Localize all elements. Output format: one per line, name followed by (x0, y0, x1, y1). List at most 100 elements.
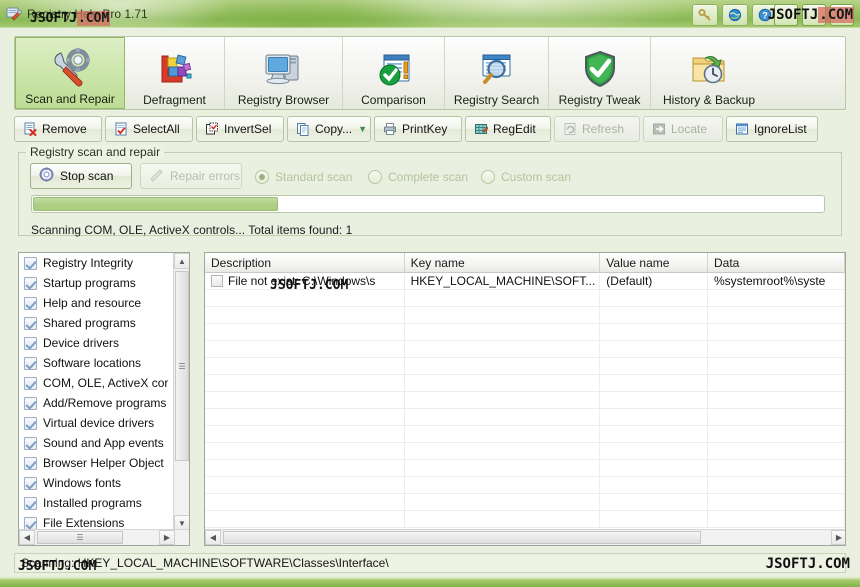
table-cell (405, 341, 601, 357)
checkbox-icon[interactable] (24, 456, 37, 470)
table-row[interactable] (205, 511, 845, 528)
table-header-row: Description Key name Value name Data (205, 253, 845, 273)
scrollbar-thumb[interactable]: ☰ (175, 271, 189, 461)
checkbox-icon[interactable] (24, 336, 37, 350)
radio-custom-scan[interactable]: Custom scan (481, 169, 571, 185)
copy-button-label: Copy... (315, 122, 353, 136)
table-column-header[interactable]: Key name (405, 253, 601, 273)
table-row[interactable] (205, 290, 845, 307)
scroll-right-arrow-icon[interactable]: ▶ (159, 530, 175, 545)
print-key-button[interactable]: PrintKey (374, 116, 462, 142)
checkbox-icon[interactable] (24, 296, 37, 310)
radio-custom-scan-label: Custom scan (501, 170, 572, 184)
results-horizontal-scrollbar[interactable]: ◀ ▶ (205, 529, 845, 545)
table-row[interactable]: File not exist: C:\Windows\s HKEY_LOCAL_M… (205, 273, 845, 290)
list-item[interactable]: Startup programs (19, 273, 189, 293)
checkbox-icon[interactable] (24, 256, 37, 270)
categories-horizontal-scrollbar[interactable]: ◀ ☰ ▶ (19, 529, 189, 545)
table-cell (205, 375, 405, 391)
checkbox-icon[interactable] (24, 516, 37, 530)
row-checkbox[interactable] (211, 275, 223, 287)
list-item[interactable]: Windows fonts (19, 473, 189, 493)
chevron-down-icon[interactable]: ▼ (358, 124, 367, 134)
table-column-header[interactable]: Description (205, 253, 405, 273)
toolbar-tab-defragment[interactable]: Defragment (125, 37, 225, 109)
scroll-left-arrow-icon[interactable]: ◀ (19, 530, 35, 545)
checkbox-icon[interactable] (24, 396, 37, 410)
close-button[interactable] (830, 4, 854, 26)
ignore-list-button[interactable]: IgnoreList (726, 116, 818, 142)
table-row[interactable] (205, 375, 845, 392)
toolbar-tab-label: History & Backup (662, 93, 756, 107)
table-cell (600, 409, 708, 425)
toolbar-tab-comparison[interactable]: Comparison (343, 37, 445, 109)
select-all-button[interactable]: SelectAll (105, 116, 193, 142)
scroll-left-arrow-icon[interactable]: ◀ (205, 530, 221, 545)
checkbox-icon[interactable] (24, 416, 37, 430)
table-row[interactable] (205, 494, 845, 511)
table-cell (708, 290, 845, 306)
table-row[interactable] (205, 358, 845, 375)
scan-results-table[interactable]: Description Key name Value name Data File n… (204, 252, 846, 546)
stop-scan-button[interactable]: Stop scan (30, 163, 132, 189)
checkbox-icon[interactable] (24, 356, 37, 370)
toolbar-tab-registry-search[interactable]: Registry Search (445, 37, 549, 109)
table-row[interactable] (205, 443, 845, 460)
list-item[interactable]: COM, OLE, ActiveX cor (19, 373, 189, 393)
table-row[interactable] (205, 477, 845, 494)
toolbar-tab-history-backup[interactable]: History & Backup (651, 37, 767, 109)
list-item-label: Registry Integrity (43, 256, 134, 270)
radio-standard-scan[interactable]: Standard scan (255, 169, 352, 185)
scroll-right-arrow-icon[interactable]: ▶ (831, 530, 845, 545)
list-item[interactable]: Sound and App events (19, 433, 189, 453)
checkbox-icon[interactable] (24, 376, 37, 390)
toolbar-tab-registry-tweak[interactable]: Registry Tweak (549, 37, 651, 109)
checkbox-icon[interactable] (24, 436, 37, 450)
list-item[interactable]: Add/Remove programs (19, 393, 189, 413)
regedit-button[interactable]: RegEdit (465, 116, 551, 142)
table-column-header[interactable]: Value name (600, 253, 708, 273)
table-row[interactable] (205, 426, 845, 443)
key-tools-icon[interactable] (692, 4, 718, 26)
scrollbar-thumb[interactable] (223, 531, 701, 544)
list-item[interactable]: Software locations (19, 353, 189, 373)
table-row[interactable] (205, 460, 845, 477)
list-item[interactable]: Help and resource (19, 293, 189, 313)
scrollbar-thumb[interactable]: ☰ (37, 531, 123, 544)
toolbar-tab-scan-and-repair[interactable]: Scan and Repair (15, 37, 125, 109)
globe-icon[interactable] (722, 4, 748, 26)
table-cell (600, 290, 708, 306)
remove-button[interactable]: Remove (14, 116, 102, 142)
table-cell (405, 443, 601, 459)
maximize-button[interactable] (802, 4, 826, 26)
checkbox-icon[interactable] (24, 476, 37, 490)
list-item[interactable]: Virtual device drivers (19, 413, 189, 433)
checkbox-icon[interactable] (24, 316, 37, 330)
invert-selection-button[interactable]: InvertSel (196, 116, 284, 142)
categories-vertical-scrollbar[interactable]: ▲ ☰ ▼ (173, 253, 189, 531)
checkbox-icon[interactable] (24, 496, 37, 510)
table-column-header[interactable]: Data (708, 253, 845, 273)
table-row[interactable] (205, 409, 845, 426)
list-item[interactable]: Browser Helper Object (19, 453, 189, 473)
copy-button[interactable]: Copy... ▼ (287, 116, 371, 142)
list-item[interactable]: Registry Integrity (19, 253, 189, 273)
list-item[interactable]: Installed programs (19, 493, 189, 513)
scan-categories-list[interactable]: Registry Integrity Startup programs Help a… (18, 252, 190, 546)
toolbar-tab-label: Scan and Repair (25, 92, 115, 106)
radio-complete-scan[interactable]: Complete scan (368, 169, 468, 185)
scan-progress-fill (33, 197, 278, 211)
window-bottom-edge (0, 577, 860, 587)
folder-clock-icon (687, 47, 731, 91)
table-row[interactable] (205, 341, 845, 358)
table-row[interactable] (205, 392, 845, 409)
title-bar: Registry Help Pro 1.71 ? (0, 0, 860, 28)
table-row[interactable] (205, 324, 845, 341)
scroll-up-arrow-icon[interactable]: ▲ (174, 253, 189, 269)
minimize-button[interactable] (774, 4, 798, 26)
list-item[interactable]: Shared programs (19, 313, 189, 333)
table-row[interactable] (205, 307, 845, 324)
list-item[interactable]: Device drivers (19, 333, 189, 353)
toolbar-tab-registry-browser[interactable]: Registry Browser (225, 37, 343, 109)
checkbox-icon[interactable] (24, 276, 37, 290)
